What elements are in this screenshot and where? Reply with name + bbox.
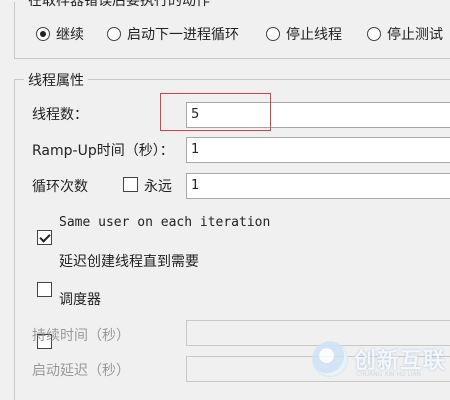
startup-delay-label: 启动延迟（秒） <box>32 363 130 379</box>
watermark-icon <box>312 341 348 377</box>
radio-start-next-loop-indicator[interactable] <box>107 27 121 41</box>
radio-stop-test-indicator[interactable] <box>367 27 381 41</box>
same-user-checkbox[interactable] <box>37 230 52 245</box>
radio-start-next-loop-label: 启动下一进程循环 <box>127 27 239 43</box>
radio-continue-indicator[interactable] <box>36 27 50 41</box>
radio-stop-thread-label: 停止线程 <box>286 27 342 43</box>
delay-creation-label: 延迟创建线程直到需要 <box>59 254 199 270</box>
radio-stop-thread-indicator[interactable] <box>266 27 280 41</box>
action-group-title: 在取样器错误后要执行的动作 <box>28 0 210 9</box>
highlight-box <box>160 93 271 131</box>
delay-creation-checkbox[interactable] <box>37 282 52 297</box>
scheduler-label: 调度器 <box>59 292 101 308</box>
num-threads-label: 线程数： <box>32 107 88 123</box>
radio-continue-label: 继续 <box>56 27 84 43</box>
watermark-subtext: CHUANG XIN HU LIAN <box>356 371 422 378</box>
forever-label: 永远 <box>144 179 172 195</box>
ramp-up-input[interactable]: 1 <box>186 137 450 163</box>
same-user-label: Same user on each iteration <box>59 215 271 230</box>
watermark-logo: 创新互联 CHUANG XIN HU LIAN <box>312 341 446 378</box>
radio-continue[interactable]: 继续 <box>36 24 84 44</box>
loop-count-input[interactable]: 1 <box>186 173 450 199</box>
duration-label: 持续时间（秒） <box>32 328 130 344</box>
ramp-up-label: Ramp-Up时间（秒）： <box>32 143 174 159</box>
radio-stop-test[interactable]: 停止测试 <box>367 24 443 44</box>
thread-properties-title: 线程属性 <box>24 70 88 90</box>
radio-start-next-loop[interactable]: 启动下一进程循环 <box>107 24 239 44</box>
forever-checkbox[interactable] <box>123 177 138 192</box>
radio-stop-test-label: 停止测试 <box>387 27 443 43</box>
radio-stop-thread[interactable]: 停止线程 <box>266 24 342 44</box>
loop-count-label: 循环次数 <box>32 179 88 195</box>
